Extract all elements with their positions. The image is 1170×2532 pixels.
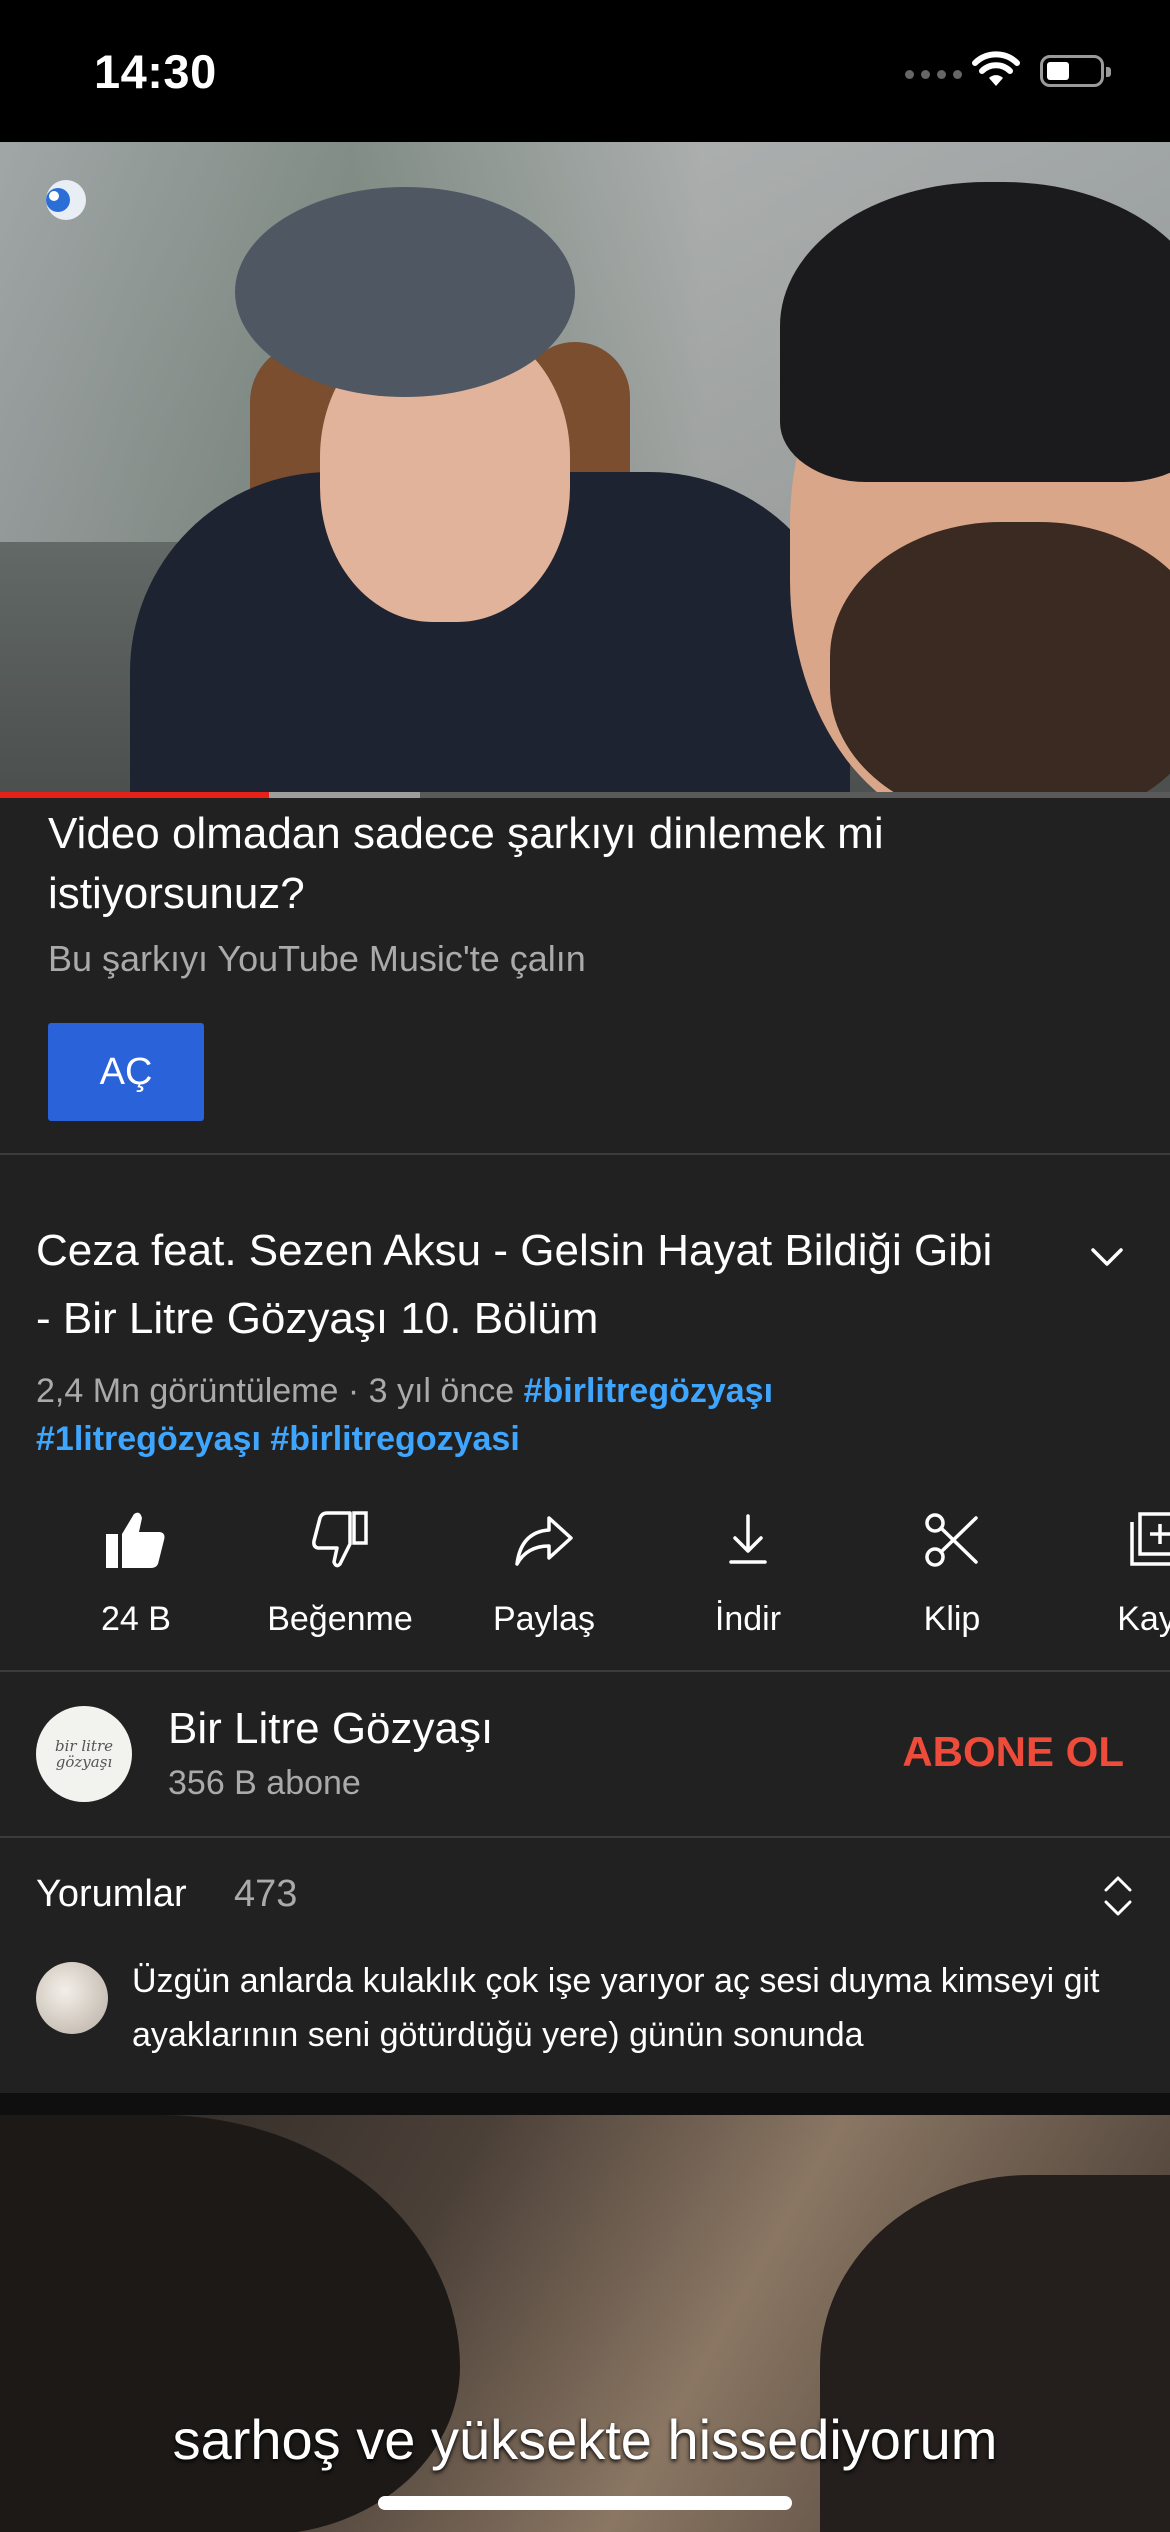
home-indicator[interactable] — [378, 2496, 792, 2510]
clip-label: Klip — [923, 1600, 981, 1638]
download-label: İndir — [714, 1600, 782, 1638]
wifi-icon — [972, 51, 1020, 86]
video-title[interactable]: Ceza feat. Sezen Aksu - Gelsin Hayat Bil… — [36, 1217, 996, 1353]
video-details: Ceza feat. Sezen Aksu - Gelsin Hayat Bil… — [0, 1155, 1170, 1670]
hashtag-link[interactable]: #birlitregozyasi — [270, 1420, 519, 1458]
cellular-signal-icon — [905, 70, 962, 79]
like-button[interactable]: 24 B — [36, 1500, 236, 1639]
video-subtitle: sarhoş ve yüksekte hissediyorum — [172, 2408, 998, 2471]
video-stats: 2,4 Mn görüntüleme · 3 yıl önce #birlitr… — [36, 1372, 774, 1458]
hashtag-link[interactable]: #birlitregözyaşı — [524, 1372, 773, 1410]
share-icon — [515, 1516, 573, 1566]
comments-count: 473 — [234, 1873, 298, 1915]
open-music-button[interactable]: AÇ — [48, 1023, 204, 1121]
music-promo-panel: Video olmadan sadece şarkıyı dinlemek mi… — [0, 798, 1170, 1155]
comments-label: Yorumlar — [36, 1873, 187, 1915]
dislike-button[interactable]: Beğenme — [240, 1500, 440, 1639]
top-comment: Üzgün anlarda kulaklık çok işe yarıyor a… — [132, 1962, 1100, 2054]
channel-avatar[interactable]: bir litre gözyaşı — [36, 1706, 132, 1802]
expand-collapse-icon[interactable] — [1100, 1872, 1136, 1920]
hashtag-link[interactable]: #1litregözyaşı — [36, 1420, 261, 1458]
status-bar: 14:30 — [0, 0, 1170, 142]
thumbs-down-icon — [312, 1511, 368, 1568]
commenter-avatar — [36, 1962, 108, 2034]
chevron-down-icon[interactable] — [1085, 1235, 1129, 1279]
action-bar: 24 B Beğenme Paylaş İndir Klip Kay — [0, 1500, 1170, 1650]
like-count: 24 B — [101, 1600, 171, 1638]
save-to-playlist-icon — [1130, 1512, 1170, 1566]
promo-title: Video olmadan sadece şarkıyı dinlemek mi… — [48, 809, 884, 918]
dislike-label: Beğenme — [267, 1600, 413, 1638]
subscriber-count: 356 B abone — [168, 1764, 361, 1802]
view-count: 2,4 Mn görüntüleme — [36, 1372, 339, 1410]
channel-name[interactable]: Bir Litre Gözyaşı — [168, 1704, 493, 1754]
comments-section[interactable]: Yorumlar 473 Üzgün anlarda kulaklık çok … — [0, 1838, 1170, 2093]
download-button[interactable]: İndir — [648, 1500, 848, 1639]
download-icon — [729, 1514, 767, 1564]
subscribe-button[interactable]: ABONE OL — [896, 1727, 1130, 1777]
share-button[interactable]: Paylaş — [444, 1500, 644, 1639]
channel-row[interactable]: bir litre gözyaşı Bir Litre Gözyaşı 356 … — [0, 1672, 1170, 1835]
battery-icon — [1040, 55, 1111, 87]
clip-button[interactable]: Klip — [852, 1500, 1052, 1639]
upload-age: 3 yıl önce — [368, 1372, 515, 1410]
video-player[interactable] — [0, 142, 1170, 798]
share-label: Paylaş — [492, 1600, 596, 1638]
promo-subtitle: Bu şarkıyı YouTube Music'te çalın — [48, 938, 586, 979]
save-label: Kayd — [1117, 1600, 1170, 1638]
broadcaster-logo-icon — [46, 180, 86, 220]
next-video-preview[interactable]: sarhoş ve yüksekte hissediyorum — [0, 2115, 1170, 2532]
save-button[interactable]: Kayd — [1056, 1500, 1170, 1639]
section-gap — [0, 2093, 1170, 2115]
scissors-icon — [925, 1513, 978, 1567]
status-time: 14:30 — [94, 45, 217, 98]
thumbs-up-icon — [106, 1512, 165, 1568]
